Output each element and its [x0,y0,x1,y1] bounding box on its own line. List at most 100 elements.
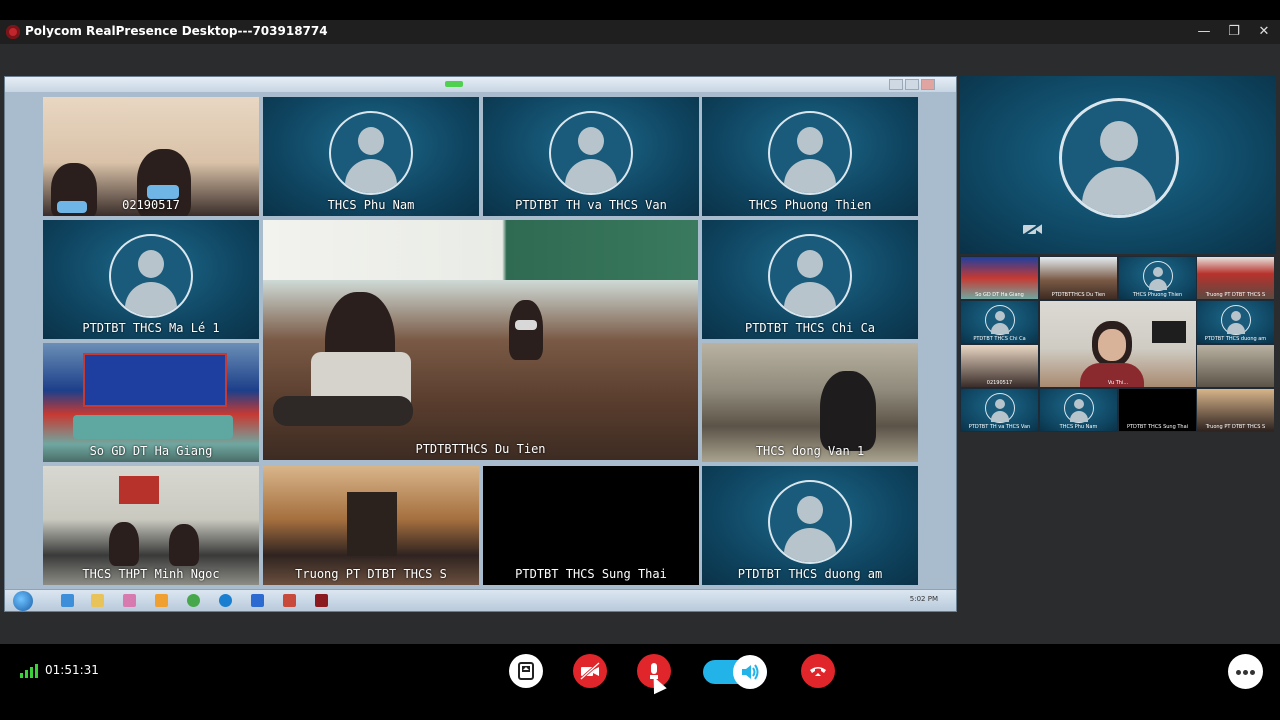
folder-icon[interactable] [91,594,104,607]
thumbnail[interactable]: PTDTBT TH va THCS Van [961,389,1038,431]
video-tile[interactable]: THCS Phuong Thien [702,97,918,216]
video-tile[interactable]: So GD DT Ha Giang [43,343,259,462]
close-button[interactable]: ✕ [1252,22,1276,42]
thumbnail[interactable]: PTDTBT THCS Sung Thai [1119,389,1196,431]
video-off-icon [580,661,600,681]
person-avatar-icon [768,480,852,564]
thumbnail-label: Truong PT DTBT THCS S [1205,292,1266,298]
video-tile[interactable]: THCS Phu Nam [263,97,479,216]
video-tile[interactable]: PTDTBT THCS Chi Ca [702,220,918,339]
tile-label: THCS THPT Minh Ngoc [82,567,220,581]
call-control-bar: 01:51:31 [0,644,1280,700]
cabinet [347,492,397,556]
toggle-knob [733,655,767,689]
share-content-icon [518,662,534,680]
video-grid: 02190517 THCS Phu Nam PTDTBT TH va THCS … [5,92,956,592]
tv-screen [1152,321,1186,343]
share-minimize-button[interactable] [889,79,903,90]
person-avatar-icon [768,234,852,318]
thumbnail[interactable]: PTDTBT THCS Chi Ca [961,301,1038,343]
thumbnail-label: PTDTBT TH va THCS Van [968,424,1031,430]
person-avatar-icon [1059,98,1179,218]
person-avatar-icon [329,111,413,195]
more-options-button[interactable] [1228,654,1263,689]
dot-icon [1250,670,1255,675]
content-share-button[interactable] [509,654,543,688]
wall-banner [119,476,159,504]
polycom-taskbar-icon[interactable] [283,594,296,607]
speaker-icon [742,664,759,680]
thumbnail-label: 02190517 [986,380,1013,386]
polycom-logo-icon [6,25,20,39]
call-timer: 01:51:31 [45,663,99,677]
app-icon[interactable] [123,594,136,607]
start-button[interactable] [13,591,33,611]
tile-label: 02190517 [122,198,180,212]
video-tile[interactable]: PTDTBT THCS duong am [702,466,918,585]
share-window-titlebar [5,77,956,92]
dot-icon [1243,670,1248,675]
face-mask [147,185,179,199]
edge-icon[interactable] [219,594,232,607]
thumbnail[interactable]: Truong PT DTBT THCS S [1197,389,1274,431]
video-tile[interactable]: PTDTBT THCS Sung Thai [483,466,699,585]
app-taskbar-icon[interactable] [315,594,328,607]
participant-figure [169,524,199,566]
video-tile[interactable]: PTDTBT THCS Ma Lé 1 [43,220,259,339]
speaker-volume-toggle[interactable] [703,655,767,689]
browser-icon[interactable] [251,594,264,607]
tile-label: PTDTBTTHCS Du Tien [415,442,546,456]
person-avatar-icon [109,234,193,318]
restore-button[interactable]: ❐ [1222,22,1246,42]
person-avatar-icon [768,111,852,195]
video-tile[interactable]: PTDTBT TH va THCS Van [483,97,699,216]
share-close-button[interactable] [921,79,935,90]
tile-label: PTDTBT THCS duong am [737,567,883,581]
share-maximize-button[interactable] [905,79,919,90]
share-grip-icon[interactable] [445,81,463,87]
thumbnail[interactable]: THCS Phu Nam [1040,389,1117,431]
video-tile[interactable]: THCS dong Van 1 [702,343,918,462]
tile-label: THCS dong Van 1 [755,444,865,458]
person-avatar-icon [1220,305,1251,335]
tile-label: PTDTBT THCS Chi Ca [744,321,876,335]
tile-label: THCS Phuong Thien [748,198,872,212]
video-tile[interactable]: THCS THPT Minh Ngoc [43,466,259,585]
camera-toggle-button[interactable] [573,654,607,688]
video-tile[interactable]: Truong PT DTBT THCS S [263,466,479,585]
thumbnail[interactable]: Truong PT DTBT THCS S [1197,257,1274,299]
chrome-icon[interactable] [187,594,200,607]
thumbnail[interactable]: 02190517 [961,345,1038,387]
hang-up-icon [810,667,826,676]
thumbnail-label: Truong PT DTBT THCS S [1205,424,1266,430]
camera-off-icon [1023,222,1043,236]
dot-icon [1236,670,1241,675]
thumbnail[interactable]: THCS Phuong Thien [1119,257,1196,299]
participant-figure [509,300,543,360]
thumbnail[interactable]: PTDTBTTHCS Du Tien [1040,257,1117,299]
media-icon[interactable] [155,594,168,607]
desk-bag [273,396,413,426]
window-title: Polycom RealPresence Desktop---703918774 [25,24,328,38]
meeting-table [73,415,233,439]
person-avatar-icon [549,111,633,195]
person-avatar-icon [984,393,1015,423]
tile-label: PTDTBT TH va THCS Van [515,198,667,212]
thumbnail[interactable] [1197,345,1274,387]
video-tile[interactable]: 02190517 [43,97,259,216]
participant-figure [820,371,876,451]
main-speaker-thumbnail[interactable]: Vu Thi... [1040,301,1196,387]
ie-icon[interactable] [61,594,74,607]
minimize-button[interactable]: — [1192,22,1216,42]
meeting-banner [83,353,227,407]
title-bar: Polycom RealPresence Desktop---703918774… [0,20,1280,44]
thumbnail-label: PTDTBT THCS Chi Ca [973,336,1026,342]
thumbnail[interactable]: PTDTBT THCS duong am [1197,301,1274,343]
active-speaker-tile[interactable]: PTDTBTTHCS Du Tien [263,220,698,460]
thumbnail-label: PTDTBT THCS duong am [1204,336,1267,342]
self-view-panel [960,76,1276,254]
windows-taskbar: 5:02 PM [5,589,956,611]
thumbnail-label: THCS Phuong Thien [1132,292,1183,298]
thumbnail[interactable]: So GD DT Ha Giang [961,257,1038,299]
end-call-button[interactable] [801,654,835,688]
